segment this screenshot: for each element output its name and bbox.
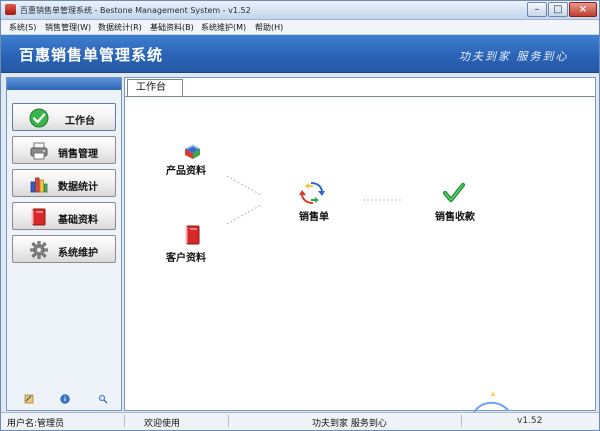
status-slogan: 功夫到家 服务到心 bbox=[312, 419, 387, 429]
sidebar-header bbox=[7, 78, 121, 90]
sidebar-item-workbench[interactable]: 工作台 bbox=[12, 103, 116, 131]
product-data-node[interactable]: 产品资料 bbox=[166, 142, 218, 178]
window-title: 百惠销售单管理系统 - Bestone Management System - … bbox=[20, 6, 251, 15]
customer-data-node[interactable]: 客户资料 bbox=[166, 225, 218, 264]
menu-item-help[interactable]: 帮助(H) bbox=[255, 22, 283, 33]
menu-item-system[interactable]: 系统(S) bbox=[9, 22, 36, 33]
sidebar-item-label: 工作台 bbox=[65, 116, 95, 127]
sales-order-node[interactable]: 销售单 bbox=[292, 181, 342, 223]
sidebar-item-label: 基础资料 bbox=[58, 215, 98, 226]
green-check-icon bbox=[443, 182, 465, 203]
header-slogan: 功夫到家 服务到心 bbox=[459, 50, 569, 63]
close-button[interactable]: × bbox=[569, 2, 597, 17]
workspace-panel: 工作台 产品资料 客户资料 销售单 销售收款 bbox=[124, 77, 596, 411]
sidebar-item-label: 数据统计 bbox=[58, 182, 98, 193]
sales-arrows-icon bbox=[299, 182, 325, 204]
sales-receipt-node[interactable]: 销售收款 bbox=[432, 181, 482, 223]
sidebar: 工作台 销售管理 数据统计 基础资料 系统维护 bbox=[6, 77, 122, 411]
menu-item-system-maintenance[interactable]: 系统维护(M) bbox=[201, 22, 246, 33]
title-bar[interactable]: 百惠销售单管理系统 - Bestone Management System - … bbox=[1, 1, 599, 20]
menu-item-sales-management[interactable]: 销售管理(W) bbox=[45, 22, 91, 33]
customer-data-label: 客户资料 bbox=[166, 253, 206, 264]
bar-chart-icon bbox=[30, 177, 48, 193]
status-separator bbox=[124, 415, 125, 427]
status-user: 用户名:管理员 bbox=[7, 419, 65, 429]
menu-bar: 系统(S) 销售管理(W) 数据统计(R) 基础资料(B) 系统维护(M) 帮助… bbox=[1, 20, 599, 35]
status-bar: 用户名:管理员 欢迎使用 功夫到家 服务到心 bbox=[1, 412, 599, 430]
status-separator bbox=[461, 415, 462, 427]
edit-icon[interactable] bbox=[24, 394, 34, 404]
app-title: 百惠销售单管理系统 bbox=[19, 46, 164, 64]
product-blocks-icon bbox=[185, 145, 200, 159]
info-icon[interactable] bbox=[60, 394, 70, 404]
sidebar-tools bbox=[24, 394, 108, 404]
product-data-label: 产品资料 bbox=[166, 166, 206, 177]
sidebar-item-label: 系统维护 bbox=[58, 248, 98, 259]
red-book-icon bbox=[31, 208, 46, 226]
application-window: 百惠销售单管理系统 - Bestone Management System - … bbox=[0, 0, 600, 431]
menu-item-base-data[interactable]: 基础资料(B) bbox=[150, 22, 194, 33]
sales-order-label: 销售单 bbox=[299, 212, 329, 223]
sidebar-item-system-maintenance[interactable]: 系统维护 bbox=[12, 235, 116, 263]
menu-item-data-statistics[interactable]: 数据统计(R) bbox=[98, 22, 142, 33]
maximize-button[interactable]: □ bbox=[548, 2, 568, 17]
status-separator bbox=[228, 415, 229, 427]
red-book-icon bbox=[185, 225, 200, 245]
sidebar-item-base-data[interactable]: 基础资料 bbox=[12, 202, 116, 230]
sidebar-item-label: 销售管理 bbox=[58, 149, 98, 160]
header-banner: 百惠销售单管理系统 功夫到家 服务到心 bbox=[1, 35, 599, 73]
app-icon bbox=[5, 4, 16, 15]
version-label: v1.52 bbox=[517, 416, 543, 426]
gear-icon bbox=[30, 241, 48, 259]
sidebar-item-data-statistics[interactable]: 数据统计 bbox=[12, 169, 116, 197]
status-welcome: 欢迎使用 bbox=[144, 419, 181, 429]
sales-receipt-label: 销售收款 bbox=[435, 212, 475, 223]
sidebar-item-sales-management[interactable]: 销售管理 bbox=[12, 136, 116, 164]
printer-icon bbox=[30, 142, 48, 160]
green-check-icon bbox=[29, 108, 49, 128]
minimize-button[interactable]: – bbox=[527, 2, 547, 17]
search-icon[interactable] bbox=[98, 394, 108, 404]
